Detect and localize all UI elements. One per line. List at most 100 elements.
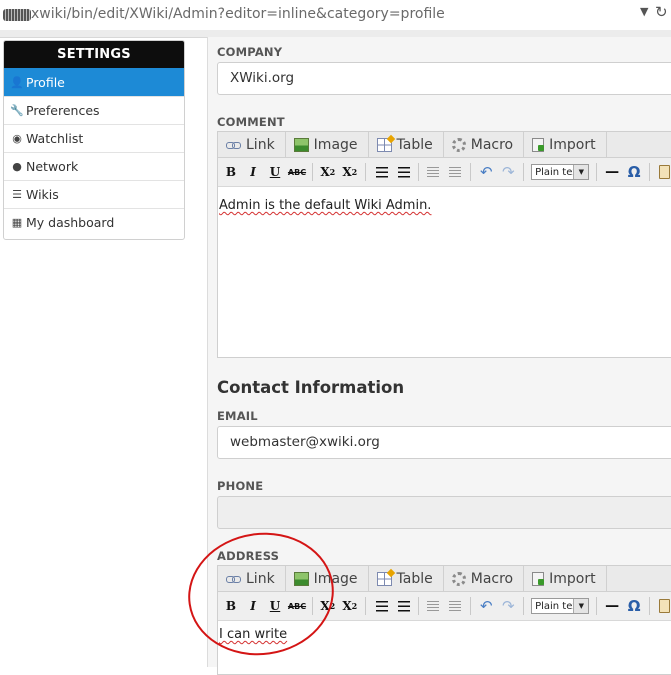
paste-button[interactable] [655, 596, 671, 616]
tab-macro[interactable]: Macro [444, 132, 525, 157]
toolbar-divider [417, 597, 419, 615]
comment-text: Admin is the default Wiki Admin. [219, 198, 432, 213]
indent-button[interactable] [445, 596, 465, 616]
toolbar-divider [312, 163, 313, 181]
undo-button[interactable]: ↶ [476, 596, 496, 616]
sidebar-item-network[interactable]: ● Network [4, 152, 184, 180]
sidebar-item-watchlist[interactable]: ◉ Watchlist [4, 124, 184, 152]
undo-button[interactable]: ↶ [476, 162, 496, 182]
sidebar-item-label: Watchlist [26, 131, 84, 146]
superscript-mark: 2 [351, 601, 358, 611]
sidebar-item-wikis[interactable]: ☰ Wikis [4, 180, 184, 208]
subscript-base: X [320, 165, 330, 179]
tab-image[interactable]: Image [286, 132, 369, 157]
superscript-button[interactable]: X2 [340, 596, 360, 616]
redo-button[interactable]: ↷ [498, 162, 518, 182]
tab-label: Link [246, 136, 275, 153]
bulleted-list-button[interactable] [371, 162, 391, 182]
superscript-base: X [342, 599, 352, 613]
bulleted-list-icon [375, 600, 388, 612]
outdent-button[interactable] [423, 596, 443, 616]
tab-import[interactable]: Import [524, 132, 607, 157]
sidebar-item-profile[interactable]: 👤 Profile [4, 68, 184, 96]
company-field[interactable]: XWiki.org [217, 62, 671, 95]
superscript-base: X [342, 165, 352, 179]
url-bar[interactable]: xwiki/bin/edit/XWiki/Admin?editor=inline… [0, 0, 671, 31]
email-label: EMAIL [217, 409, 258, 423]
editor-tab-bar: Link Image Table Macro Import [218, 132, 671, 158]
tab-label: Table [396, 136, 433, 153]
sidebar-item-preferences[interactable]: 🔧 Preferences [4, 96, 184, 124]
format-toolbar: B I U ABC X2 X2 ↶ ↷ Plain text ▼ — Ω [218, 158, 671, 187]
url-text[interactable]: xwiki/bin/edit/XWiki/Admin?editor=inline… [31, 6, 445, 22]
wrench-icon: 🔧 [10, 104, 24, 117]
superscript-button[interactable]: X2 [340, 162, 360, 182]
toolbar-divider [649, 163, 650, 181]
numbered-list-icon [397, 166, 410, 178]
toolbar-divider [596, 597, 598, 615]
outdent-icon [427, 166, 440, 178]
special-char-button[interactable]: Ω [624, 596, 644, 616]
outdent-button[interactable] [423, 162, 443, 182]
chevron-down-icon: ▼ [573, 165, 589, 179]
tab-link[interactable]: Link [218, 132, 286, 157]
toolbar-divider [470, 597, 472, 615]
sidebar-item-label: Network [26, 159, 79, 174]
superscript-mark: 2 [351, 167, 358, 177]
subscript-button[interactable]: X2 [318, 162, 338, 182]
list-icon: ☰ [12, 188, 22, 201]
sidebar-item-label: Wikis [26, 187, 59, 202]
tab-macro[interactable]: Macro [444, 566, 525, 591]
company-label: COMPANY [217, 45, 283, 59]
tab-table[interactable]: Table [369, 566, 444, 591]
sidebar-item-my-dashboard[interactable]: ▦ My dashboard [4, 208, 184, 236]
toolbar-divider [470, 163, 472, 181]
sidebar-title: SETTINGS [4, 41, 184, 68]
horizontal-rule-button[interactable]: — [602, 596, 622, 616]
toolbar-divider [523, 597, 525, 615]
indent-button[interactable] [445, 162, 465, 182]
tab-label: Table [396, 570, 433, 587]
tab-import[interactable]: Import [524, 566, 607, 591]
redo-button[interactable]: ↷ [498, 596, 518, 616]
bold-button[interactable]: B [221, 162, 241, 182]
paste-icon [659, 599, 671, 613]
tab-label: Import [549, 570, 596, 587]
bulleted-list-icon [375, 166, 388, 178]
paste-button[interactable] [655, 162, 671, 182]
chevron-down-icon[interactable]: ▼ [640, 5, 648, 18]
numbered-list-button[interactable] [393, 596, 413, 616]
sidebar-item-label: Profile [26, 75, 65, 90]
strikethrough-button[interactable]: ABC [287, 162, 307, 182]
format-select[interactable]: Plain text ▼ [531, 598, 590, 614]
bulleted-list-button[interactable] [371, 596, 391, 616]
tab-label: Macro [470, 570, 514, 587]
tab-label: Image [313, 136, 358, 153]
sidebar-item-label: Preferences [26, 103, 100, 118]
italic-button[interactable]: I [243, 162, 263, 182]
email-field[interactable]: webmaster@xwiki.org [217, 426, 671, 459]
site-identity-icon [3, 9, 31, 21]
chevron-down-icon: ▼ [573, 599, 589, 613]
subscript-mark: 2 [329, 167, 336, 177]
format-select[interactable]: Plain text ▼ [531, 164, 590, 180]
phone-field[interactable] [217, 496, 671, 529]
indent-icon [449, 600, 462, 612]
gear-icon [451, 571, 466, 586]
reload-icon[interactable]: ↻ [655, 3, 668, 21]
tab-label: Macro [470, 136, 514, 153]
tab-label: Import [549, 136, 596, 153]
image-icon [293, 137, 309, 152]
globe-icon: ● [12, 160, 22, 173]
contact-information-heading: Contact Information [217, 378, 405, 397]
settings-sidebar: SETTINGS 👤 Profile 🔧 Preferences ◉ Watch… [3, 40, 185, 240]
numbered-list-button[interactable] [393, 162, 413, 182]
outdent-icon [427, 600, 440, 612]
toolbar-divider [364, 597, 366, 615]
comment-text-area[interactable]: Admin is the default Wiki Admin. [218, 187, 671, 213]
special-char-button[interactable]: Ω [624, 162, 644, 182]
table-icon [376, 137, 392, 152]
horizontal-rule-button[interactable]: — [602, 162, 622, 182]
tab-table[interactable]: Table [369, 132, 444, 157]
underline-button[interactable]: U [265, 162, 285, 182]
